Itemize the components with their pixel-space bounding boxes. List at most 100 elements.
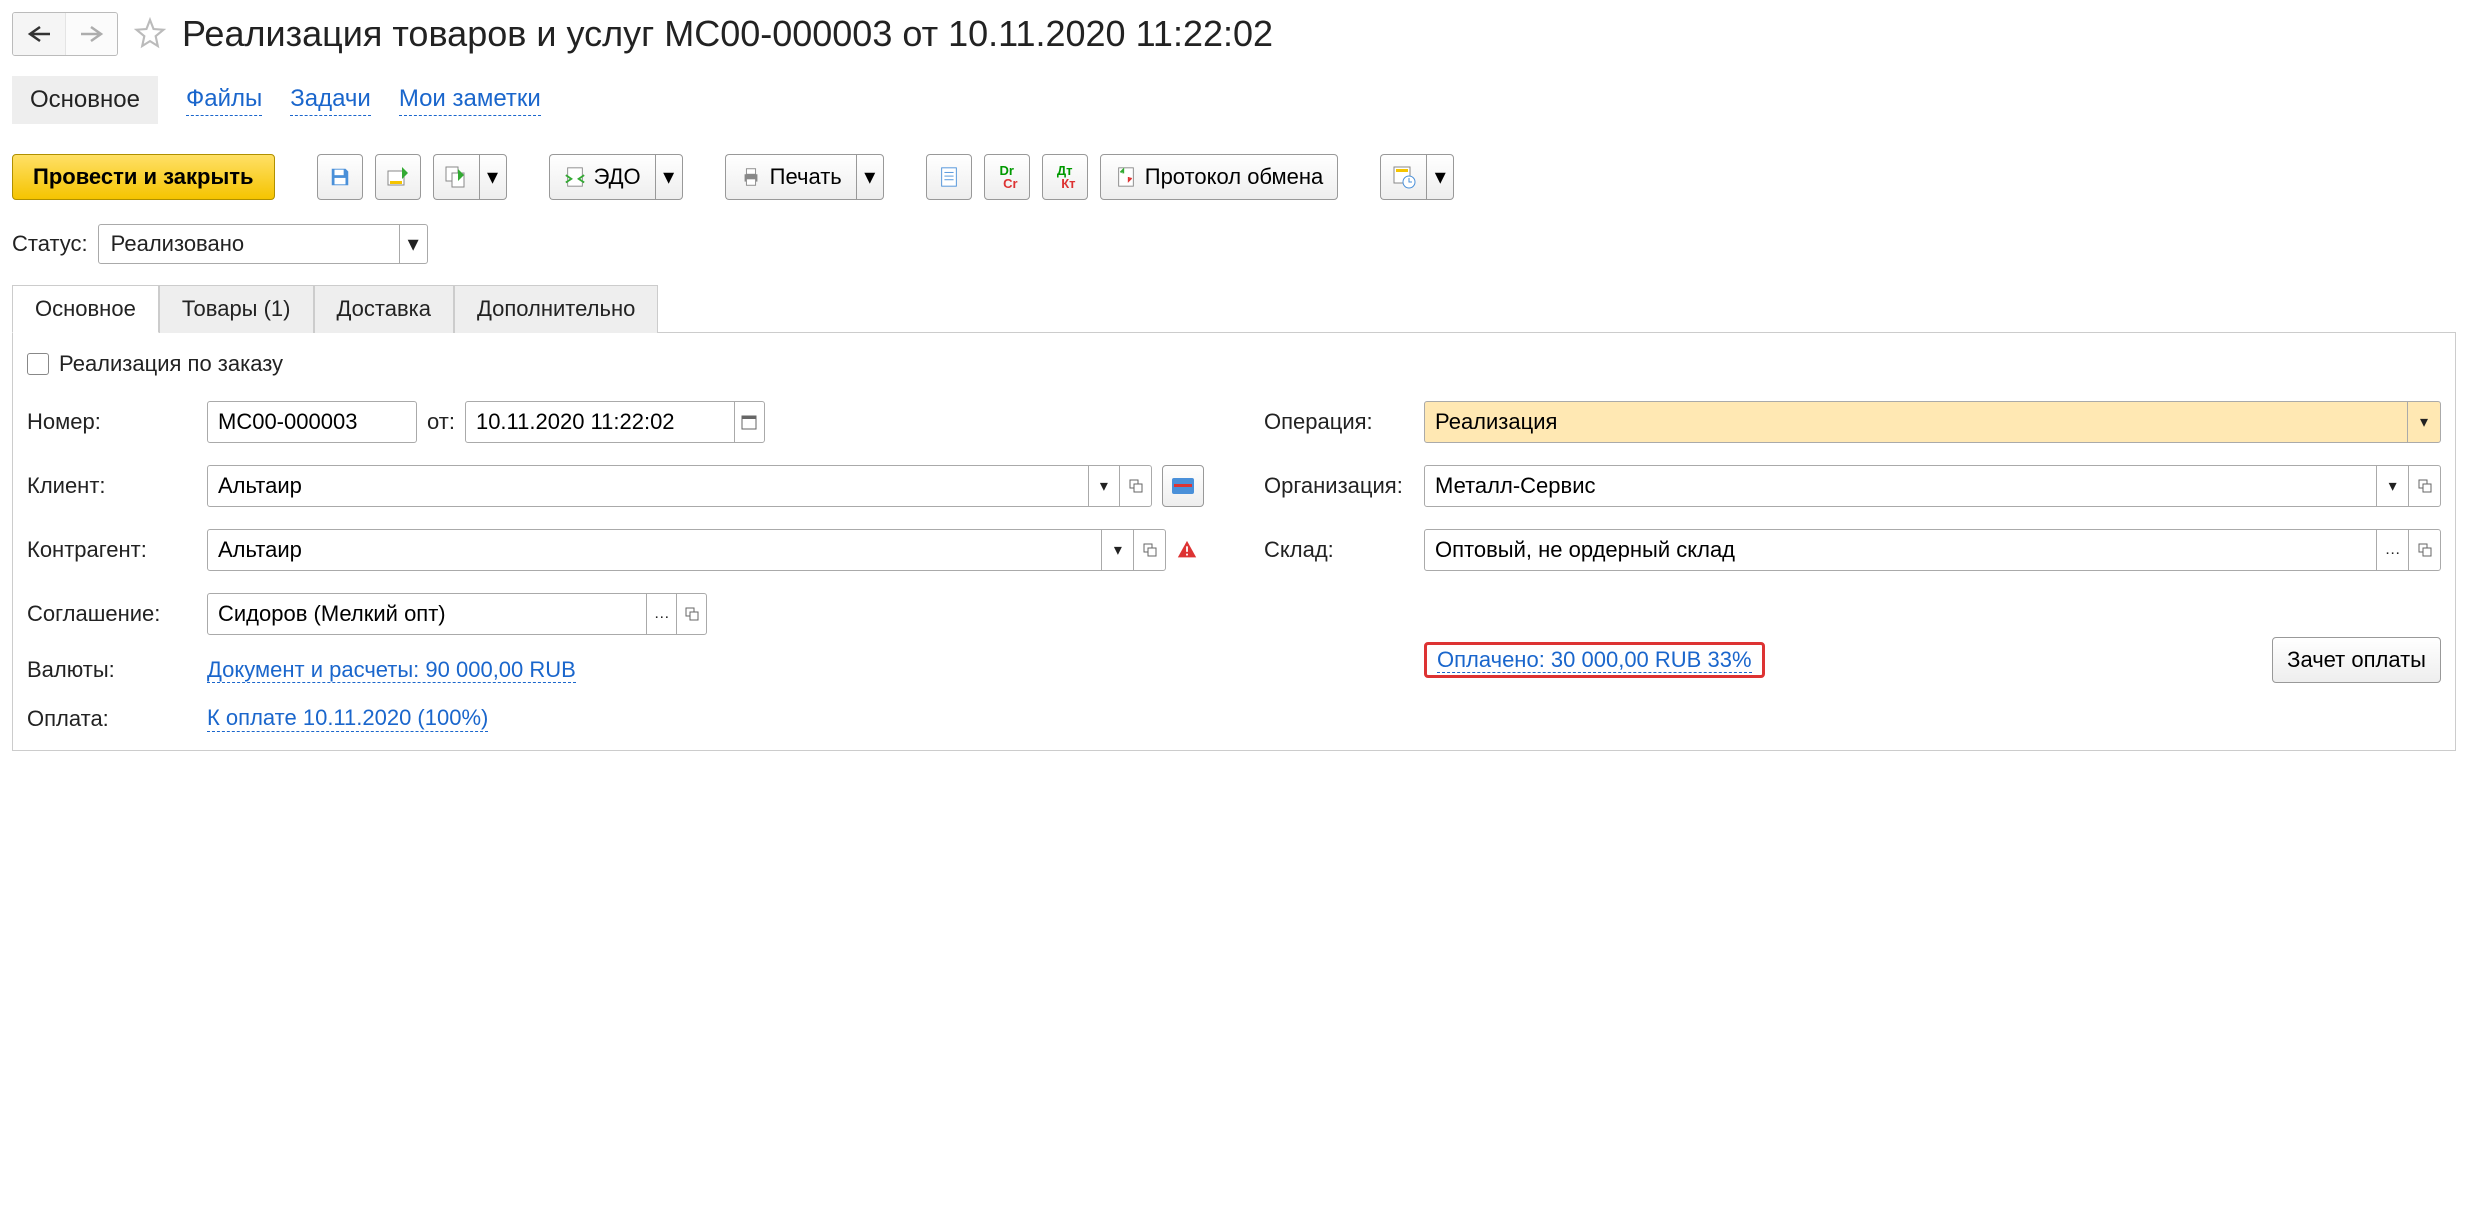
warehouse-label: Склад: [1264, 537, 1424, 563]
edo-button: ЭДО ▾ [549, 154, 683, 200]
agreement-ellipsis[interactable]: … [646, 594, 676, 634]
operation-label: Операция: [1264, 409, 1424, 435]
print-main[interactable]: Печать [725, 154, 856, 200]
form-tabs: Основное Товары (1) Доставка Дополнитель… [12, 284, 2456, 333]
arrow-left-icon [26, 25, 52, 43]
status-select[interactable]: Реализовано ▾ [98, 224, 428, 264]
client-card-button[interactable] [1162, 465, 1204, 507]
print-button: Печать ▾ [725, 154, 884, 200]
org-label: Организация: [1264, 473, 1424, 499]
drcr-icon: Dr Cr [996, 164, 1018, 190]
post-and-close-button[interactable]: Провести и закрыть [12, 154, 275, 200]
agreement-field[interactable] [208, 595, 646, 633]
number-input[interactable] [207, 401, 417, 443]
page-title: Реализация товаров и услуг МС00-000003 о… [182, 13, 1273, 55]
org-input[interactable]: ▾ [1424, 465, 2441, 507]
org-dropdown[interactable]: ▾ [2376, 466, 2408, 506]
date-input[interactable] [465, 401, 765, 443]
schedule-drop[interactable]: ▾ [1426, 154, 1454, 200]
post-button[interactable] [375, 154, 421, 200]
by-order-row: Реализация по заказу [27, 351, 2441, 377]
chevron-down-icon: ▾ [487, 164, 498, 190]
warehouse-field[interactable] [1425, 531, 2376, 569]
edo-drop[interactable]: ▾ [655, 154, 683, 200]
back-button[interactable] [13, 13, 65, 55]
nav-buttons [12, 12, 118, 56]
chevron-down-icon: ▾ [864, 164, 875, 190]
nav-notes[interactable]: Мои заметки [399, 85, 541, 116]
chevron-down-icon: ▾ [1435, 164, 1446, 190]
favorite-star[interactable] [130, 14, 170, 54]
create-based-on-button: ▾ [433, 154, 507, 200]
date-field[interactable] [466, 403, 734, 441]
warehouse-open[interactable] [2408, 530, 2440, 570]
org-field[interactable] [1425, 467, 2376, 505]
drcr-button[interactable]: Dr Cr [984, 154, 1030, 200]
counterparty-label: Контрагент: [27, 537, 207, 563]
counterparty-input[interactable]: ▾ [207, 529, 1166, 571]
nav-tasks[interactable]: Задачи [290, 85, 371, 116]
header-bar: Реализация товаров и услуг МС00-000003 о… [12, 12, 2456, 56]
open-icon [2418, 543, 2432, 557]
by-order-label: Реализация по заказу [59, 351, 283, 377]
client-field[interactable] [208, 467, 1088, 505]
open-icon [685, 607, 699, 621]
left-column: Номер: от: Клиент: [27, 401, 1204, 732]
form-body: Реализация по заказу Номер: от: [12, 333, 2456, 751]
save-button[interactable] [317, 154, 363, 200]
exchange-label: Протокол обмена [1145, 164, 1324, 190]
calendar-button[interactable] [734, 402, 764, 442]
counterparty-dropdown[interactable]: ▾ [1101, 530, 1133, 570]
operation-dropdown[interactable]: ▾ [2407, 402, 2440, 442]
agreement-open[interactable] [676, 594, 706, 634]
arrow-right-icon [79, 25, 105, 43]
agreement-input[interactable]: … [207, 593, 707, 635]
currency-label: Валюты: [27, 657, 207, 683]
client-open[interactable] [1119, 466, 1151, 506]
counterparty-open[interactable] [1133, 530, 1165, 570]
operation-input[interactable]: ▾ [1424, 401, 2441, 443]
edo-main[interactable]: ЭДО [549, 154, 655, 200]
open-icon [1143, 543, 1157, 557]
number-label: Номер: [27, 409, 207, 435]
operation-field[interactable] [1425, 403, 2407, 441]
offset-payment-button[interactable]: Зачет оплаты [2272, 637, 2441, 683]
nav-main[interactable]: Основное [12, 76, 158, 124]
printer-icon [740, 166, 762, 188]
calendar-icon [741, 414, 757, 430]
tab-main[interactable]: Основное [12, 285, 159, 333]
create-based-on-main[interactable] [433, 154, 479, 200]
from-label: от: [427, 409, 455, 435]
top-nav: Основное Файлы Задачи Мои заметки [12, 76, 2456, 124]
paid-box: Оплачено: 30 000,00 RUB 33% [1424, 642, 1765, 678]
dtkt-button[interactable]: Дт Кт [1042, 154, 1088, 200]
open-icon [2418, 479, 2432, 493]
status-label: Статус: [12, 231, 88, 257]
reports-button[interactable] [926, 154, 972, 200]
client-dropdown[interactable]: ▾ [1088, 466, 1120, 506]
tab-delivery[interactable]: Доставка [314, 285, 454, 333]
tab-extra[interactable]: Дополнительно [454, 285, 658, 333]
org-open[interactable] [2408, 466, 2440, 506]
to-pay-link[interactable]: К оплате 10.11.2020 (100%) [207, 705, 488, 732]
counterparty-field[interactable] [208, 531, 1101, 569]
based-on-icon [444, 165, 468, 189]
exchange-icon [1115, 166, 1137, 188]
print-drop[interactable]: ▾ [856, 154, 884, 200]
warehouse-ellipsis[interactable]: … [2376, 530, 2408, 570]
floppy-icon [329, 166, 351, 188]
exchange-protocol-button[interactable]: Протокол обмена [1100, 154, 1339, 200]
status-row: Статус: Реализовано ▾ [12, 224, 2456, 264]
tab-goods[interactable]: Товары (1) [159, 285, 314, 333]
paid-link[interactable]: Оплачено: 30 000,00 RUB 33% [1437, 647, 1752, 673]
nav-files[interactable]: Файлы [186, 85, 262, 116]
schedule-main[interactable] [1380, 154, 1426, 200]
by-order-checkbox[interactable] [27, 353, 49, 375]
create-based-on-drop[interactable]: ▾ [479, 154, 507, 200]
forward-button[interactable] [65, 13, 117, 55]
client-input[interactable]: ▾ [207, 465, 1152, 507]
warehouse-input[interactable]: … [1424, 529, 2441, 571]
agreement-label: Соглашение: [27, 601, 207, 627]
number-field[interactable] [208, 403, 416, 441]
currency-link[interactable]: Документ и расчеты: 90 000,00 RUB [207, 657, 576, 683]
